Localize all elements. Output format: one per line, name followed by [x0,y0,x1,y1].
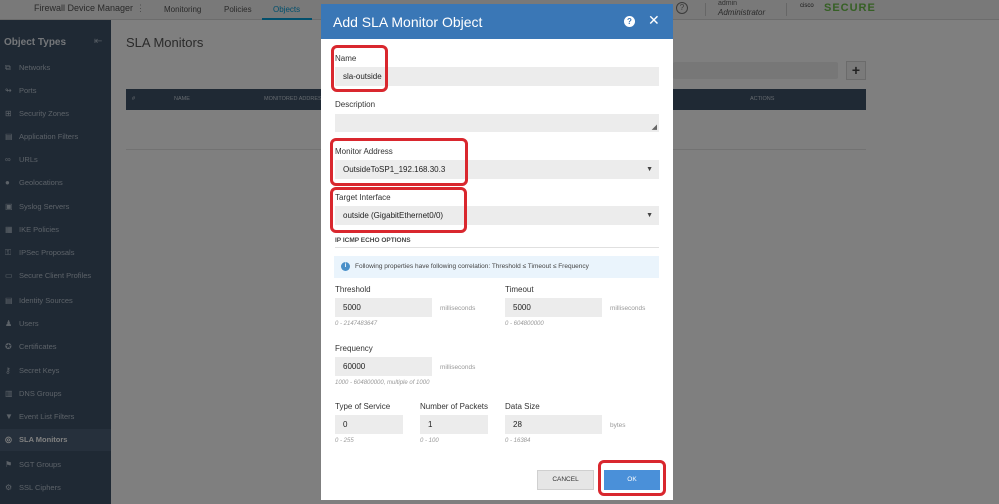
tos-input[interactable]: 0 [335,415,403,434]
threshold-hint: 0 - 2147483647 [335,321,378,327]
tos-value: 0 [343,420,348,429]
description-textarea[interactable]: ◢ [335,114,659,132]
name-highlight-box [331,45,388,92]
section-divider [335,247,659,248]
threshold-input[interactable]: 5000 [335,298,432,317]
add-sla-monitor-dialog: Add SLA Monitor Object ? ✕ Name sla-outs… [321,4,673,500]
info-text: Following properties have following corr… [355,263,589,270]
packets-input[interactable]: 1 [420,415,488,434]
datasize-hint: 0 - 16384 [505,438,531,444]
chevron-down-icon: ▼ [646,212,653,219]
resize-handle-icon[interactable]: ◢ [652,123,657,131]
datasize-unit: bytes [610,422,626,429]
datasize-label: Data Size [505,402,540,411]
frequency-value: 60000 [343,362,366,371]
chevron-down-icon: ▼ [646,166,653,173]
timeout-hint: 0 - 604800000 [505,321,544,327]
frequency-unit: milliseconds [440,364,476,371]
packets-value: 1 [428,420,433,429]
packets-label: Number of Packets [420,402,489,411]
dialog-title: Add SLA Monitor Object [333,14,483,30]
threshold-unit: milliseconds [440,305,476,312]
timeout-value: 5000 [513,303,531,312]
timeout-label: Timeout [505,285,534,294]
tos-label: Type of Service [335,402,391,411]
threshold-value: 5000 [343,303,361,312]
timeout-unit: milliseconds [610,305,646,312]
close-icon[interactable]: ✕ [648,12,660,29]
ok-highlight-box [598,460,666,496]
packets-hint: 0 - 100 [420,438,439,444]
icmp-echo-section-title: IP ICMP ECHO OPTIONS [335,237,411,244]
threshold-label: Threshold [335,285,371,294]
frequency-hint: 1000 - 604800000, multiple of 1000 [335,380,430,386]
datasize-value: 28 [513,420,522,429]
info-banner: i Following properties have following co… [334,256,659,278]
monitor-address-highlight-box [330,138,468,186]
description-label: Description [335,100,376,109]
help-icon[interactable]: ? [624,16,635,27]
datasize-input[interactable]: 28 [505,415,602,434]
target-interface-highlight-box [330,187,467,233]
tos-hint: 0 - 255 [335,438,354,444]
info-icon: i [341,262,350,271]
frequency-label: Frequency [335,344,373,353]
timeout-input[interactable]: 5000 [505,298,602,317]
frequency-input[interactable]: 60000 [335,357,432,376]
dialog-header: Add SLA Monitor Object ? ✕ [321,4,673,39]
cancel-button[interactable]: CANCEL [537,470,594,490]
